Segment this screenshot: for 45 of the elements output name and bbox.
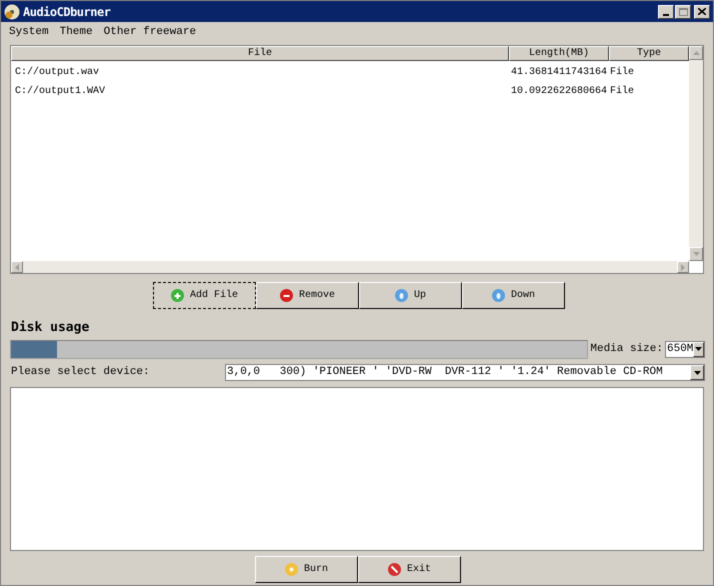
disc-icon xyxy=(4,4,20,20)
add-button[interactable]: Add File xyxy=(153,282,256,309)
burn-button[interactable]: Burn xyxy=(255,556,358,583)
plus-icon xyxy=(170,289,184,302)
table-cell-text: 10.0922622680664 xyxy=(510,85,608,99)
exit-button[interactable]: Exit xyxy=(358,556,461,583)
table-cell-text: File xyxy=(609,84,636,99)
remove-button[interactable]: Remove xyxy=(256,282,359,309)
media-size-select[interactable]: 650M xyxy=(665,340,705,358)
device-label: Please select device: xyxy=(11,365,151,380)
disc-icon xyxy=(394,289,408,302)
table-cell-text: C://output.wav xyxy=(14,66,100,80)
minimize-icon xyxy=(663,14,669,16)
vertical-scrollbar[interactable] xyxy=(689,46,703,261)
close-button[interactable] xyxy=(694,4,710,18)
scroll-right-icon xyxy=(681,264,685,270)
menu-item[interactable]: Other freeware xyxy=(104,24,196,40)
close-icon xyxy=(698,8,706,15)
minus-icon xyxy=(280,289,293,302)
column-header[interactable]: Type xyxy=(609,46,689,61)
table-cell-text: File xyxy=(609,66,636,80)
table-cell-text: 41.3681411743164 xyxy=(510,66,608,80)
dropdown-icon xyxy=(695,347,702,351)
device-select[interactable]: 3,0,0 300) 'PIONEER ' 'DVD-RW DVR-112 ' '1.24' Removable CD-ROM xyxy=(225,364,705,381)
column-header[interactable]: File xyxy=(11,46,509,61)
section-title: Disk usage xyxy=(11,319,90,334)
up-button[interactable]: Up xyxy=(359,282,462,309)
scroll-down-icon xyxy=(692,252,700,256)
maximize-button[interactable] xyxy=(675,4,691,18)
horizontal-scrollbar[interactable] xyxy=(11,261,689,273)
media-size-label: Media size: xyxy=(590,342,663,357)
maximize-icon xyxy=(678,8,688,16)
down-button[interactable]: Down xyxy=(462,282,565,309)
menu-item[interactable]: Theme xyxy=(60,24,93,40)
minimize-button[interactable] xyxy=(658,4,674,18)
scroll-left-icon xyxy=(15,264,19,270)
menu-item[interactable]: System xyxy=(9,24,49,40)
dropdown-icon xyxy=(694,370,700,374)
column-header[interactable]: Length(MB) xyxy=(509,46,609,61)
stop-icon xyxy=(388,563,401,576)
window-title: AudioCDburner xyxy=(23,4,110,20)
scroll-up-icon xyxy=(692,51,700,55)
table-cell-text: C://output1.WAV xyxy=(14,84,106,99)
disc-icon xyxy=(284,563,298,576)
disc-icon xyxy=(492,289,505,302)
